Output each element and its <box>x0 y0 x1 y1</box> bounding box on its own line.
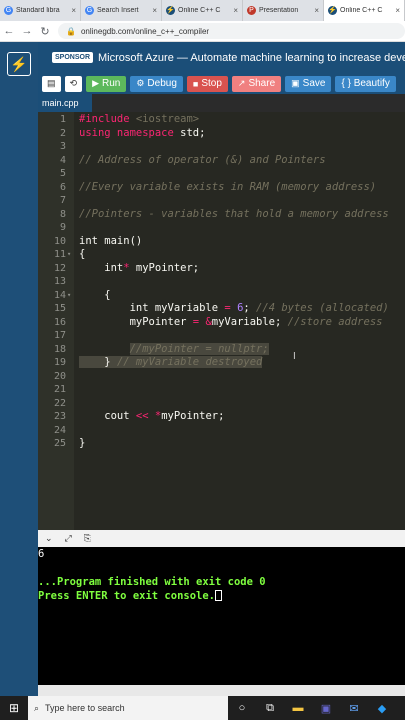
code-line: 21 <box>53 384 66 395</box>
code-line: 5 <box>59 168 66 179</box>
console-line: 6 <box>38 548 45 560</box>
url-text: onlinegdb.com/online_c++_compiler <box>80 26 210 36</box>
taskbar-search-placeholder: Type here to search <box>45 703 125 713</box>
code-line: 17 <box>53 330 66 341</box>
share-button[interactable]: ↗ Share <box>231 75 282 92</box>
close-icon[interactable]: × <box>233 6 238 15</box>
code-line: 14 ▾ { <box>53 288 111 301</box>
address-bar: ← → ↻ 🔒 onlinegdb.com/online_c++_compile… <box>0 21 405 42</box>
reload-icon[interactable]: ↻ <box>36 25 54 38</box>
sponsor-text: Microsoft Azure — Automate machine learn… <box>98 51 405 64</box>
code-line: 23 cout << *myPointer; <box>53 410 225 422</box>
close-icon[interactable]: × <box>71 6 76 15</box>
close-icon[interactable]: × <box>152 6 157 15</box>
google-icon: G <box>85 6 94 15</box>
code-line: 7 <box>59 195 66 206</box>
back-icon[interactable]: ← <box>0 25 18 37</box>
code-line: 16 myPointer = &myVariable; //store addr… <box>53 315 383 328</box>
code-line: 25} <box>53 437 86 449</box>
copy-icon[interactable]: ⎘ <box>84 533 91 544</box>
file-tab-bar: main.cpp <box>38 94 405 112</box>
code-line: 9 <box>59 222 66 233</box>
file-tab-main[interactable]: main.cpp <box>38 94 92 112</box>
save-button[interactable]: ▣ Save <box>285 75 332 92</box>
browser-tab[interactable]: G Search Insert × <box>81 0 162 21</box>
code-line: 4// Address of operator (&) and Pointers <box>59 153 326 166</box>
code-line: 12 int* myPointer; <box>53 261 200 274</box>
console-output[interactable]: 6 ...Program finished with exit code 0 P… <box>38 547 405 685</box>
code-line: 10 int main() <box>53 234 143 247</box>
console-line: Press ENTER to exit console. <box>38 589 405 603</box>
share-icon: ↗ <box>237 78 246 88</box>
beautify-button[interactable]: { } Beautify <box>335 75 396 92</box>
mail-icon[interactable]: ✉ <box>340 702 368 715</box>
onlinegdb-icon: ⚡ <box>328 6 337 15</box>
code-line: 11 ▾{ <box>53 248 86 260</box>
new-file-icon[interactable]: ▤ <box>42 75 61 92</box>
debug-button[interactable]: ⚙ Debug <box>130 75 183 92</box>
cortana-icon[interactable]: ○ <box>228 702 256 714</box>
onlinegdb-icon: ⚡ <box>166 6 175 15</box>
code-line: 6//Every variable exists in RAM (memory … <box>59 180 377 193</box>
stop-icon: ■ <box>192 78 199 89</box>
presentation-icon: P <box>247 6 256 15</box>
code-line: 2 using namespace std; <box>59 126 206 139</box>
code-line: 22 <box>53 397 66 409</box>
windows-start-icon[interactable]: ⊞ <box>0 701 28 715</box>
expand-icon[interactable]: ⤢ <box>65 533 72 544</box>
console-toolbar: ⌄ ⤢ ⎘ <box>38 530 405 547</box>
browser-tab[interactable]: G Standard libra × <box>0 0 81 21</box>
forward-icon[interactable]: → <box>18 25 36 37</box>
taskbar-search[interactable]: ⌕ Type here to search <box>28 696 228 720</box>
upload-icon[interactable]: ⟲ <box>64 75 83 92</box>
left-sidebar: ⚡ <box>0 42 38 696</box>
sponsor-banner[interactable]: SPONSOR Microsoft Azure — Automate machi… <box>38 42 405 73</box>
url-input[interactable]: 🔒 onlinegdb.com/online_c++_compiler <box>58 23 405 39</box>
code-line: 3 <box>59 141 66 152</box>
code-line: 19 } // myVariable destroyed <box>53 356 263 368</box>
console-blank <box>38 561 405 575</box>
text-cursor-icon: I <box>293 351 296 362</box>
console-line: ...Program finished with exit code 0 <box>38 576 266 588</box>
lock-icon: 🔒 <box>66 26 76 36</box>
save-icon: ▣ <box>291 78 300 88</box>
app-icon[interactable]: ◆ <box>368 702 396 715</box>
google-icon: G <box>4 6 13 15</box>
browser-tab[interactable]: ⚡ Online C++ C × <box>162 0 243 21</box>
debug-icon: ⚙ <box>136 78 145 88</box>
task-view-icon[interactable]: ⧉ <box>256 702 284 715</box>
play-icon: ▶ <box>92 78 99 88</box>
search-icon: ⌕ <box>34 702 40 713</box>
chevron-down-icon[interactable]: ⌄ <box>45 533 53 544</box>
close-icon[interactable]: × <box>395 6 400 15</box>
run-button[interactable]: ▶ Run <box>86 75 127 92</box>
toolbar: ▤ ⟲ ▶ Run ⚙ Debug ■ Stop ↗ Share ▣ Save { } B… <box>38 73 405 94</box>
code-line: 20 <box>53 370 66 382</box>
stop-button[interactable]: ■ Stop <box>186 75 228 92</box>
code-editor[interactable]: 1 #include <iostream> 2 using namespace st… <box>38 112 405 530</box>
browser-tab[interactable]: P Presentation × <box>243 0 324 21</box>
close-icon[interactable]: × <box>314 6 319 15</box>
code-line: 18 //myPointer = nullptr; <box>53 342 269 355</box>
store-icon[interactable]: ▣ <box>312 702 340 715</box>
bottom-strip <box>38 685 405 696</box>
code-line: 24 <box>53 424 66 436</box>
windows-taskbar: ⊞ ⌕ Type here to search ○ ⧉ ▬ ▣ ✉ ◆ <box>0 696 405 720</box>
browser-tab-active[interactable]: ⚡ Online C++ C × <box>324 0 405 21</box>
console-caret <box>215 590 223 601</box>
sponsor-badge: SPONSOR <box>52 52 94 63</box>
code-line: 13 <box>53 276 66 287</box>
code-line: 15 int myVariable = 6; //4 bytes (alloca… <box>53 302 389 314</box>
browser-tab-bar: G Standard libra × G Search Insert × ⚡ Online… <box>0 0 405 21</box>
file-explorer-icon[interactable]: ▬ <box>284 702 312 714</box>
lightning-icon[interactable]: ⚡ <box>7 52 31 76</box>
code-line: 8//Pointers - variables that hold a memo… <box>59 207 389 220</box>
code-line: 1 #include <iostream> <box>59 113 200 125</box>
